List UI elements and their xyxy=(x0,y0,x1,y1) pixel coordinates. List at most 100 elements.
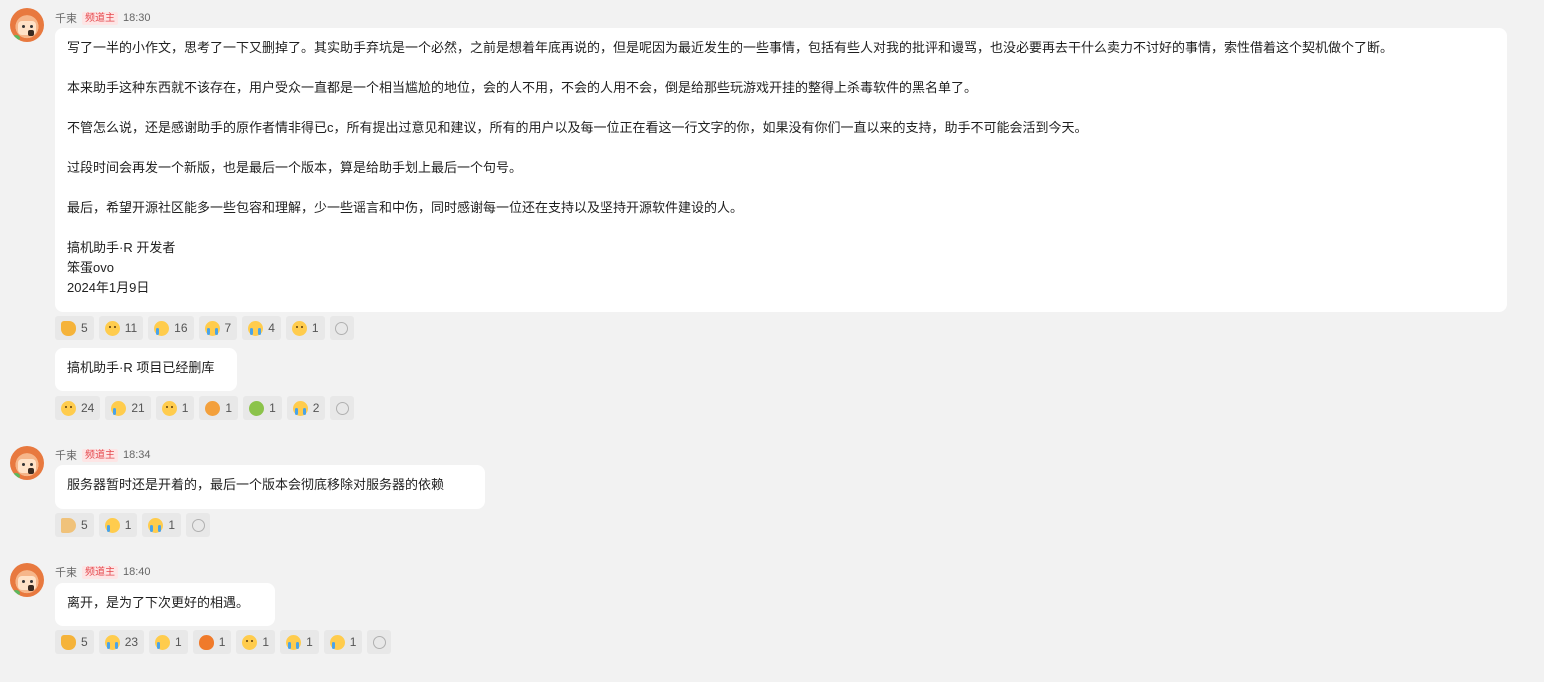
reaction-chip[interactable]: 1 xyxy=(155,396,195,420)
reaction-chip[interactable]: 5 xyxy=(55,316,94,340)
reaction-chip[interactable]: 4 xyxy=(242,316,281,340)
sobbing-face-icon xyxy=(292,400,308,416)
sad-face-icon xyxy=(161,400,177,416)
fire-icon xyxy=(198,634,214,650)
reaction-chip[interactable]: 1 xyxy=(149,630,188,654)
angry-face-icon xyxy=(205,400,221,416)
sobbing-face-icon xyxy=(104,634,120,650)
reaction-count: 11 xyxy=(124,321,138,335)
signature-line: 搞机助手·R 开发者 xyxy=(67,240,176,255)
reaction-chip[interactable]: 1 xyxy=(199,396,239,420)
reaction-count: 1 xyxy=(175,635,182,649)
message-text: 服务器暂时还是开着的，最后一个版本会彻底移除对服务器的依赖 xyxy=(67,477,445,492)
smiling-tear-icon xyxy=(329,634,345,650)
username[interactable]: 千束 xyxy=(55,447,77,463)
reaction-chip[interactable]: 16 xyxy=(148,316,194,340)
reaction-count: 2 xyxy=(312,401,320,415)
message-meta: 千束 频道主 18:34 xyxy=(55,447,151,463)
reaction-count: 1 xyxy=(225,401,233,415)
reaction-chip[interactable]: 5 xyxy=(55,630,94,654)
timestamp: 18:30 xyxy=(123,12,151,24)
tears-of-joy-icon xyxy=(204,320,220,336)
avatar[interactable] xyxy=(10,446,44,480)
add-emoji-icon xyxy=(191,518,205,532)
role-badge: 频道主 xyxy=(82,565,118,579)
reaction-count: 5 xyxy=(81,321,88,335)
reaction-bar: 5 11 16 7 4 1 xyxy=(55,316,354,340)
add-reaction-button[interactable] xyxy=(329,316,354,340)
reaction-count: 21 xyxy=(131,401,145,415)
reaction-chip[interactable]: 1 xyxy=(142,513,182,537)
reaction-chip[interactable]: 1 xyxy=(323,630,363,654)
message-paragraph: 本来助手这种东西就不该存在，用户受众一直都是一个相当尴尬的地位，会的人不用，不会… xyxy=(67,80,978,95)
reaction-chip[interactable]: 1 xyxy=(285,316,325,340)
reaction-chip[interactable]: 2 xyxy=(286,396,326,420)
timestamp: 18:40 xyxy=(123,566,151,578)
message-text: 搞机助手·R 项目已经删库 xyxy=(67,360,215,375)
timestamp: 18:34 xyxy=(123,449,151,461)
reaction-chip[interactable]: 11 xyxy=(98,316,144,340)
reaction-count: 5 xyxy=(81,635,88,649)
message-paragraph: 最后，希望开源社区能多一些包容和理解，少一些谣言和中伤，同时感谢每一位还在支持以… xyxy=(67,200,744,215)
folded-hands-icon xyxy=(61,517,76,533)
reaction-chip[interactable]: 1 xyxy=(236,630,276,654)
message-paragraph: 不管怎么说，还是感谢助手的原作者情非得已c，所有提出过意见和建议，所有的用户以及… xyxy=(67,120,1088,135)
tears-of-joy-icon xyxy=(148,517,164,533)
reaction-bar: 5 1 1 xyxy=(55,513,211,537)
crying-face-icon xyxy=(155,634,171,650)
thumbs-up-icon xyxy=(61,320,76,336)
reaction-chip[interactable]: 1 xyxy=(243,396,282,420)
reaction-chip[interactable]: 1 xyxy=(192,630,232,654)
reaction-chip[interactable]: 7 xyxy=(198,316,238,340)
message-text: 离开，是为了下次更好的相遇。 xyxy=(67,595,250,610)
message-bubble[interactable]: 离开，是为了下次更好的相遇。 xyxy=(55,583,275,626)
reaction-chip[interactable]: 21 xyxy=(105,396,151,420)
add-reaction-button[interactable] xyxy=(186,513,211,537)
reaction-count: 1 xyxy=(269,401,276,415)
reaction-bar: 24 21 1 1 1 2 xyxy=(55,396,355,420)
message-meta: 千束 频道主 18:40 xyxy=(55,564,151,580)
pleading-face-icon xyxy=(104,320,120,336)
signature-line: 2024年1月9日 xyxy=(67,280,150,295)
crying-face-icon xyxy=(154,320,170,336)
reaction-count: 1 xyxy=(124,518,132,532)
reaction-count: 1 xyxy=(349,635,357,649)
username[interactable]: 千束 xyxy=(55,10,77,26)
sobbing-face-icon xyxy=(248,320,264,336)
avatar[interactable] xyxy=(10,8,44,42)
reaction-chip[interactable]: 1 xyxy=(280,630,319,654)
reaction-count: 1 xyxy=(311,321,319,335)
add-reaction-button[interactable] xyxy=(367,630,392,654)
message-bubble[interactable]: 写了一半的小作文，思考了一下又删掉了。其实助手弃坑是一个必然，之前是想着年底再说… xyxy=(55,28,1507,312)
add-emoji-icon xyxy=(372,635,386,649)
message-bubble[interactable]: 服务器暂时还是开着的，最后一个版本会彻底移除对服务器的依赖 xyxy=(55,465,485,509)
message-bubble[interactable]: 搞机助手·R 项目已经删库 xyxy=(55,348,237,391)
reaction-bar: 5 23 1 1 1 1 1 xyxy=(55,630,392,654)
smiling-tear-icon xyxy=(104,517,120,533)
reaction-count: 1 xyxy=(262,635,270,649)
reaction-count: 1 xyxy=(181,401,189,415)
message-paragraph: 过段时间会再发一个新版，也是最后一个版本，算是给助手划上最后一个句号。 xyxy=(67,160,523,175)
signature-line: 笨蛋ovo xyxy=(67,260,114,275)
reaction-count: 5 xyxy=(81,518,88,532)
thumbs-up-icon xyxy=(61,634,76,650)
reaction-count: 16 xyxy=(174,321,188,335)
username[interactable]: 千束 xyxy=(55,564,77,580)
reaction-chip[interactable]: 23 xyxy=(98,630,145,654)
avatar[interactable] xyxy=(10,563,44,597)
puppy-face-icon xyxy=(291,320,307,336)
reaction-count: 1 xyxy=(306,635,313,649)
reaction-chip[interactable]: 5 xyxy=(55,513,94,537)
tears-of-joy-icon xyxy=(286,634,302,650)
message-meta: 千束 频道主 18:30 xyxy=(55,10,151,26)
reaction-count: 7 xyxy=(224,321,232,335)
role-badge: 频道主 xyxy=(82,448,118,462)
reaction-count: 24 xyxy=(81,401,95,415)
reaction-chip[interactable]: 24 xyxy=(55,396,101,420)
pleading-face-icon xyxy=(61,400,76,416)
reaction-count: 23 xyxy=(124,635,139,649)
add-reaction-button[interactable] xyxy=(330,396,355,420)
message-paragraph: 写了一半的小作文，思考了一下又删掉了。其实助手弃坑是一个必然，之前是想着年底再说… xyxy=(67,40,1394,55)
reaction-count: 1 xyxy=(168,518,176,532)
reaction-chip[interactable]: 1 xyxy=(98,513,138,537)
